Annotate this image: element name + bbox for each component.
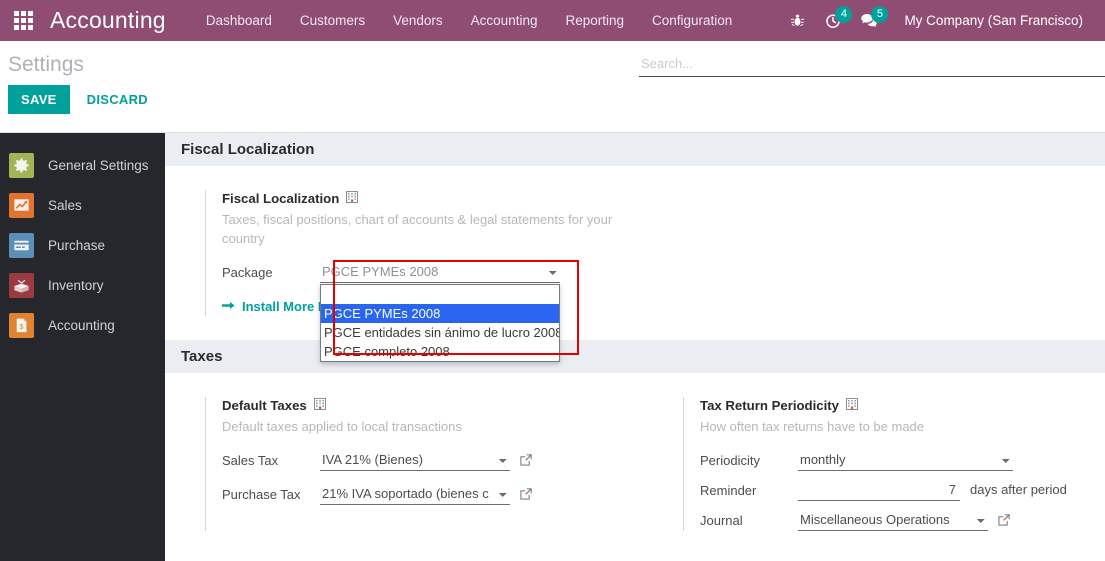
purchase-tax-select[interactable]: 21% IVA soportado (bienes c (320, 484, 510, 505)
setting-title: Tax Return Periodicity (700, 397, 839, 413)
journal-label: Journal (700, 512, 743, 528)
sidebar-item-label: General Settings (48, 157, 149, 173)
save-button[interactable]: SAVE (8, 85, 70, 114)
building-icon (845, 397, 859, 414)
invoice-icon: $ (9, 312, 34, 338)
discard-button[interactable]: DISCARD (80, 85, 155, 114)
setting-title: Fiscal Localization (222, 191, 340, 206)
building-icon (313, 397, 327, 414)
menu-item-vendors[interactable]: Vendors (379, 2, 457, 39)
sales-tax-field-row: Sales Tax IVA 21% (Bienes) (222, 450, 655, 471)
fiscal-localization-setting: Fiscal Localization Taxes, fiscal positi… (205, 190, 655, 362)
reminder-field-row: Reminder days after period (700, 480, 1083, 501)
messages-menu-button[interactable]: 5 (852, 0, 889, 41)
bug-icon[interactable] (780, 0, 814, 41)
search-container (639, 53, 1105, 77)
navbar-right-tools: 4 5 My Company (San Francisco) (780, 0, 1105, 41)
messages-badge: 5 (871, 6, 889, 23)
sidebar-item-inventory[interactable]: Inventory (0, 265, 165, 305)
search-input[interactable] (639, 53, 1105, 77)
package-dropdown-list[interactable]: PGCE PYMEs 2008 PGCE entidades sin ánimo… (320, 283, 560, 362)
taxes-block: Default Taxes Default taxes applied to l… (165, 373, 1105, 541)
reminder-suffix-label: days after period (970, 481, 1067, 497)
main-menu: Dashboard Customers Vendors Accounting R… (192, 2, 747, 39)
section-header-fiscal-localization: Fiscal Localization (165, 133, 1105, 166)
reminder-days-input[interactable] (798, 480, 960, 501)
sidebar-item-accounting[interactable]: $ Accounting (0, 305, 165, 345)
top-navbar: Accounting Dashboard Customers Vendors A… (0, 0, 1105, 41)
activities-badge: 4 (835, 6, 853, 23)
page-body: General Settings Sales Purchase Inventor… (0, 133, 1105, 561)
install-more-packages-link[interactable]: Install More P (222, 299, 327, 314)
external-link-icon[interactable] (997, 511, 1011, 527)
activities-menu-button[interactable]: 4 (816, 0, 853, 41)
purchase-tax-field-row: Purchase Tax 21% IVA soportado (bienes c (222, 484, 655, 505)
install-more-packages-label: Install More P (242, 298, 327, 314)
setting-description: How often tax returns have to be made (700, 418, 925, 434)
journal-field-row: Journal Miscellaneous Operations (700, 510, 1083, 531)
control-panel: Settings SAVE DISCARD (0, 41, 1105, 133)
setting-description: Taxes, fiscal positions, chart of accoun… (222, 212, 613, 246)
package-option-pgce-pymes-2008[interactable]: PGCE PYMEs 2008 (321, 303, 559, 323)
periodicity-label: Periodicity (700, 452, 760, 468)
building-icon (345, 190, 359, 207)
periodicity-field-row: Periodicity monthly (700, 450, 1083, 471)
sales-tax-label: Sales Tax (222, 452, 279, 468)
setting-title-row: Fiscal Localization (222, 190, 655, 207)
package-option-blank[interactable] (321, 285, 559, 304)
sidebar-item-label: Accounting (48, 317, 115, 333)
menu-item-accounting[interactable]: Accounting (457, 2, 552, 39)
setting-title-row: Default Taxes (222, 397, 655, 414)
fiscal-localization-block: Fiscal Localization Taxes, fiscal positi… (165, 166, 1105, 362)
sidebar-item-general-settings[interactable]: General Settings (0, 145, 165, 185)
package-option-pgce-completo-2008[interactable]: PGCE completo 2008 (321, 342, 559, 361)
user-company-menu[interactable]: My Company (San Francisco) (888, 2, 1095, 39)
sales-tax-select[interactable]: IVA 21% (Bienes) (320, 450, 510, 471)
purchase-tax-label: Purchase Tax (222, 486, 301, 502)
arrow-right-icon (222, 299, 235, 314)
package-label: Package (222, 264, 273, 280)
page-title: Settings (8, 53, 84, 76)
package-select-anchor: PGCE PYMEs 2008 PGCE PYMEs 2008 PGCE ent… (320, 262, 560, 362)
settings-sidebar: General Settings Sales Purchase Inventor… (0, 133, 165, 561)
gear-icon (9, 152, 34, 178)
setting-title: Default Taxes (222, 397, 307, 413)
external-link-icon[interactable] (519, 451, 533, 467)
sidebar-item-label: Sales (48, 197, 82, 213)
menu-item-configuration[interactable]: Configuration (638, 2, 746, 39)
credit-card-icon (9, 232, 34, 258)
sidebar-item-label: Inventory (48, 277, 104, 293)
section-header-taxes: Taxes (165, 339, 1105, 373)
package-select[interactable]: PGCE PYMEs 2008 (320, 262, 560, 283)
apps-grid-icon[interactable] (0, 0, 46, 41)
journal-select[interactable]: Miscellaneous Operations (798, 510, 988, 531)
menu-item-customers[interactable]: Customers (286, 2, 379, 39)
reminder-label: Reminder (700, 482, 757, 498)
sidebar-item-purchase[interactable]: Purchase (0, 225, 165, 265)
default-taxes-setting: Default Taxes Default taxes applied to l… (205, 396, 655, 531)
menu-item-dashboard[interactable]: Dashboard (192, 2, 286, 39)
chart-line-icon (9, 192, 34, 218)
periodicity-select[interactable]: monthly (798, 450, 1013, 471)
tax-return-periodicity-setting: Tax Return Periodicity How often tax ret… (683, 396, 1083, 531)
setting-description: Default taxes applied to local transacti… (222, 418, 462, 434)
sidebar-item-sales[interactable]: Sales (0, 185, 165, 225)
external-link-icon[interactable] (519, 485, 533, 501)
app-brand-title[interactable]: Accounting (50, 7, 166, 34)
menu-item-reporting[interactable]: Reporting (551, 2, 638, 39)
open-box-icon (9, 272, 34, 298)
settings-content: Fiscal Localization Fiscal Localization (165, 133, 1105, 561)
package-option-pgce-entidades-sin-animo-de-lucro-2008[interactable]: PGCE entidades sin ánimo de lucro 2008 (321, 323, 559, 342)
sidebar-item-label: Purchase (48, 237, 106, 253)
package-field-row: Package PGCE PYMEs 2008 PGCE PYMEs 2008 … (222, 262, 655, 362)
setting-title-row: Tax Return Periodicity (700, 397, 1083, 414)
